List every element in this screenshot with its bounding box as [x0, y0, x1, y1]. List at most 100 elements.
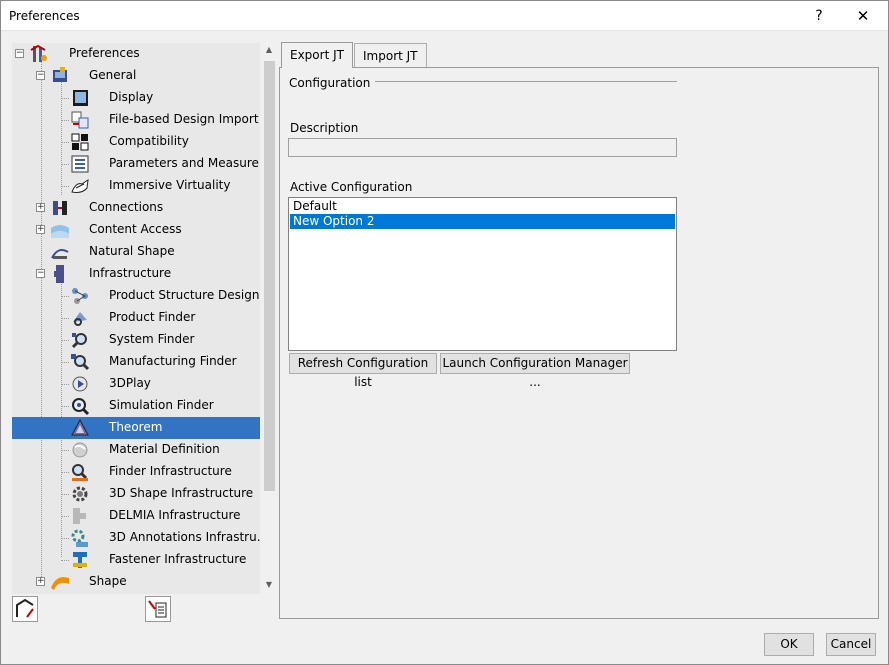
- collapse-icon[interactable]: −: [36, 71, 45, 80]
- close-button[interactable]: ✕: [843, 1, 883, 31]
- display-icon: [73, 90, 88, 106]
- tree-item-label: Finder Infrastructure: [109, 464, 232, 478]
- reset-icon: [16, 598, 34, 618]
- 3dplay-icon: [72, 376, 88, 392]
- tree-item-delmia-infrastructure[interactable]: DELMIA Infrastructure: [12, 505, 260, 527]
- system-finder-icon: [71, 333, 87, 349]
- tree-scrollbar[interactable]: ▲ ▼: [262, 43, 276, 594]
- tree-item-label: 3D Shape Infrastructure: [109, 486, 254, 500]
- tree-item-label: Theorem: [109, 420, 163, 434]
- tree-item-label: General: [89, 68, 137, 82]
- tree-item-compatibility[interactable]: Compatibility: [12, 131, 260, 153]
- tree-item-label: Product Structure Design: [109, 288, 260, 302]
- content-access-icon: [51, 225, 69, 238]
- natural-shape-icon: [51, 249, 69, 259]
- expand-icon[interactable]: +: [36, 203, 45, 212]
- tree-item-label: Natural Shape: [89, 244, 175, 258]
- gear-icon: [72, 486, 88, 502]
- title-bar: Preferences ? ✕: [1, 1, 888, 31]
- tree-item-theorem[interactable]: Theorem: [12, 417, 260, 439]
- export-preferences-button[interactable]: [145, 596, 171, 622]
- tree-item-parameters-and-measure[interactable]: Parameters and Measure: [12, 153, 260, 175]
- tree-item-display[interactable]: Display: [12, 87, 260, 109]
- tree-item-natural-shape[interactable]: Natural Shape: [12, 241, 260, 263]
- scroll-thumb[interactable]: [264, 61, 275, 491]
- cancel-button[interactable]: Cancel: [826, 633, 876, 656]
- scroll-up-arrow-icon[interactable]: ▲: [262, 43, 276, 57]
- simulation-finder-icon: [72, 398, 90, 416]
- help-button[interactable]: ?: [799, 1, 839, 31]
- configuration-group-label: Configuration: [289, 76, 371, 90]
- tree-item-immersive-virtuality[interactable]: Immersive Virtuality: [12, 175, 260, 197]
- preferences-window: Preferences ? ✕ − Preferences − General: [0, 0, 889, 665]
- tree-item-infrastructure[interactable]: − Infrastructure: [12, 263, 260, 285]
- list-item-selected[interactable]: New Option 2: [290, 214, 675, 229]
- tree-item-simulation-finder[interactable]: Simulation Finder: [12, 395, 260, 417]
- tree-item-label: 3DPlay: [109, 376, 151, 390]
- immersive-icon: [71, 178, 89, 193]
- scroll-down-arrow-icon[interactable]: ▼: [262, 578, 276, 592]
- preferences-icon: [30, 44, 47, 62]
- group-divider: [375, 81, 677, 82]
- expand-icon[interactable]: +: [36, 225, 45, 234]
- export-icon: [148, 600, 167, 618]
- connections-icon: [53, 201, 67, 215]
- tree-item-label: Material Definition: [109, 442, 220, 456]
- tree-item-product-finder[interactable]: Product Finder: [12, 307, 260, 329]
- finder-infra-icon: [72, 464, 88, 481]
- tree-item-material-definition[interactable]: Material Definition: [12, 439, 260, 461]
- theorem-icon: [71, 418, 89, 436]
- product-structure-icon: [72, 288, 88, 304]
- compatibility-icon: [71, 133, 89, 151]
- tree-item-fastener-infrastructure[interactable]: Fastener Infrastructure: [12, 549, 260, 571]
- tree-item-3d-annotations-infrastructure[interactable]: 3D Annotations Infrastru...: [12, 527, 260, 549]
- tree-item-label: Shape: [89, 574, 127, 588]
- tree-item-system-finder[interactable]: System Finder: [12, 329, 260, 351]
- collapse-icon[interactable]: −: [15, 49, 24, 58]
- tree-item-finder-infrastructure[interactable]: Finder Infrastructure: [12, 461, 260, 483]
- tree-item-label: Parameters and Measure: [109, 156, 259, 170]
- tree-item-label: Immersive Virtuality: [109, 178, 231, 192]
- tree-item-3dplay[interactable]: 3DPlay: [12, 373, 260, 395]
- tree-item-label: 3D Annotations Infrastru...: [109, 530, 260, 544]
- tree-item-connections[interactable]: + Connections: [12, 197, 260, 219]
- tree-item-label: Simulation Finder: [109, 398, 214, 412]
- active-configuration-list[interactable]: Default New Option 2: [288, 197, 677, 351]
- active-configuration-label: Active Configuration: [290, 180, 413, 194]
- window-title: Preferences: [9, 9, 80, 23]
- tree-item-label: Content Access: [89, 222, 182, 236]
- launch-configuration-manager-button[interactable]: Launch Configuration Manager ...: [440, 353, 630, 389]
- delmia-icon: [73, 508, 86, 524]
- tree-item-content-access[interactable]: + Content Access: [12, 219, 260, 241]
- tree-item-label: System Finder: [109, 332, 195, 346]
- tree-item-label: Manufacturing Finder: [109, 354, 237, 368]
- tree-item-preferences[interactable]: − Preferences: [12, 43, 260, 65]
- refresh-configuration-button[interactable]: Refresh Configuration list: [289, 353, 437, 389]
- tree-item-manufacturing-finder[interactable]: Manufacturing Finder: [12, 351, 260, 373]
- collapse-icon[interactable]: −: [36, 269, 45, 278]
- list-item[interactable]: Default: [290, 199, 675, 214]
- tree-item-shape[interactable]: + Shape: [12, 571, 260, 593]
- tree-item-3d-shape-infrastructure[interactable]: 3D Shape Infrastructure: [12, 483, 260, 505]
- tree-item-product-structure-design[interactable]: Product Structure Design: [12, 285, 260, 307]
- tree-item-general[interactable]: − General: [12, 65, 260, 87]
- tab-export-jt[interactable]: Export JT: [281, 42, 353, 68]
- description-field[interactable]: [288, 138, 677, 157]
- tree-item-label: Fastener Infrastructure: [109, 552, 247, 566]
- shape-icon: [51, 577, 69, 590]
- tree-item-label: Preferences: [69, 46, 140, 60]
- manufacturing-finder-icon: [71, 354, 90, 371]
- tab-import-jt[interactable]: Import JT: [354, 43, 427, 67]
- tree-item-file-based-design-import[interactable]: File-based Design Import: [12, 109, 260, 131]
- tree-item-label: Compatibility: [109, 134, 189, 148]
- infrastructure-icon: [54, 265, 64, 283]
- material-icon: [72, 442, 88, 458]
- general-icon: [53, 67, 67, 82]
- preferences-tree: − Preferences − General Display File-bas…: [12, 43, 260, 594]
- description-label: Description: [290, 121, 359, 135]
- tree-item-label: Display: [109, 90, 154, 104]
- reset-preferences-button[interactable]: [12, 596, 38, 622]
- expand-icon[interactable]: +: [36, 577, 45, 586]
- ok-button[interactable]: OK: [764, 633, 814, 656]
- tree-item-label: DELMIA Infrastructure: [109, 508, 241, 522]
